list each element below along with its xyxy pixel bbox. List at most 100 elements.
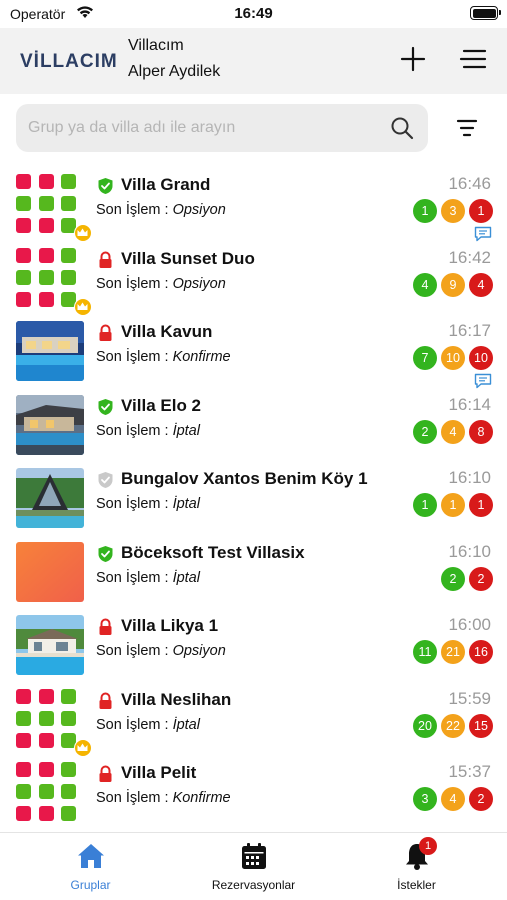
tab-rezervasyonlar[interactable]: Rezervasyonlar <box>169 833 338 900</box>
last-op-label: Son İşlem : <box>96 202 169 218</box>
menu-icon[interactable] <box>458 44 488 74</box>
villa-name: Villa Kavun <box>121 322 213 341</box>
battery-icon <box>470 6 501 20</box>
villa-photo <box>16 394 84 455</box>
lock-icon <box>97 765 114 783</box>
search-icon[interactable] <box>390 116 414 140</box>
last-op-label: Son İşlem : <box>96 275 169 292</box>
count-badges: 20 22 15 <box>413 713 493 738</box>
villa-row[interactable]: Villa Elo 2 Son İşlem : İptal 16:14 248 <box>0 385 507 458</box>
villa-row[interactable]: Villa Neslihan Son İşlem : İptal 15:59 2… <box>0 679 507 757</box>
villa-row[interactable]: Villa Pelit Son İşlem : Konfirme 15:37 3… <box>0 752 507 825</box>
last-op-value: İptal <box>172 569 200 586</box>
logo-text: VİLLACIM <box>20 51 116 72</box>
villa-row[interactable]: Villa Grand Son İşlem : Opsiyon 16:46 13… <box>0 164 507 242</box>
last-op-value: Opsiyon <box>172 643 226 659</box>
availability-square <box>16 688 31 704</box>
availability-square <box>16 710 31 726</box>
last-op-label: Son İşlem : <box>96 496 169 512</box>
count-badge-green: 20 <box>413 713 437 738</box>
availability-square <box>38 784 54 799</box>
availability-square <box>61 247 76 263</box>
user-name: Alper Aydilek <box>128 63 221 80</box>
count-badge-orange: 4 <box>441 419 465 444</box>
unverified-shield-icon <box>97 471 114 489</box>
count-badges: 111 <box>413 493 493 517</box>
count-badge-red: 15 <box>469 713 493 738</box>
count-badges: 342 <box>413 787 493 811</box>
villa-grid-thumbnail <box>16 174 92 242</box>
row-time: 15:59 <box>448 688 491 708</box>
count-badge-red: 4 <box>469 272 493 297</box>
verified-shield-icon <box>97 177 114 195</box>
villa-photo <box>16 615 84 675</box>
villa-row[interactable]: Bungalov Xantos Benim Köy 1 Son İşlem : … <box>0 458 507 531</box>
verified-shield-icon <box>97 545 114 563</box>
count-badge-green: 11 <box>413 640 437 664</box>
last-op-value: İptal <box>172 422 200 439</box>
availability-square <box>61 806 76 821</box>
row-time: 16:42 <box>448 247 491 267</box>
tab-gruplar[interactable]: Gruplar <box>6 833 175 900</box>
villa-photo <box>16 541 84 602</box>
count-badges: 131 <box>413 199 493 223</box>
count-badge-green: 7 <box>413 346 437 370</box>
villa-row[interactable]: Villa Likya 1 Son İşlem : Opsiyon 16:00 … <box>0 605 507 678</box>
availability-square <box>38 174 54 189</box>
last-operation: Son İşlem : Opsiyon <box>96 643 226 659</box>
count-badges: 248 <box>413 419 493 444</box>
availability-square <box>16 269 31 285</box>
last-operation: Son İşlem : İptal <box>96 717 200 733</box>
count-badge-green: 2 <box>413 419 437 444</box>
villa-name: Villa Neslihan <box>121 689 232 709</box>
lock-icon <box>97 618 114 636</box>
count-badge-orange: 21 <box>441 640 465 664</box>
verified-shield-icon <box>97 398 114 416</box>
villa-row[interactable]: Villa Sunset Duo Son İşlem : Opsiyon 16:… <box>0 238 507 316</box>
last-operation: Son İşlem : İptal <box>96 423 200 439</box>
count-badge-red: 8 <box>469 419 493 444</box>
availability-square <box>38 269 54 285</box>
filter-icon[interactable] <box>452 116 482 140</box>
add-icon[interactable] <box>398 44 428 74</box>
availability-square <box>61 174 76 189</box>
availability-square <box>61 196 76 211</box>
villa-name: Villa Pelit <box>121 763 197 782</box>
availability-square <box>16 174 31 189</box>
count-badge-orange: 22 <box>441 713 465 738</box>
availability-square <box>16 196 31 211</box>
count-badge-orange: 10 <box>441 346 465 370</box>
last-op-value: Konfirme <box>172 790 231 806</box>
villa-row[interactable]: Villa Kavun Son İşlem : Konfirme 16:17 7… <box>0 311 507 389</box>
count-badges: 11 21 16 <box>413 640 493 664</box>
clock: 16:49 <box>234 5 273 22</box>
tab-bar: Gruplar Rezervasyonlar 1 İstekler <box>0 832 507 900</box>
row-time: 16:46 <box>448 174 491 193</box>
availability-square <box>16 784 31 799</box>
availability-square <box>38 762 54 777</box>
app-header: VİLLACIM Villacım Alper Aydilek <box>0 28 507 94</box>
tab-istekler[interactable]: 1 İstekler <box>332 833 501 900</box>
villa-row[interactable]: Böceksoft Test Villasix Son İşlem : İpta… <box>0 532 507 605</box>
availability-square <box>61 269 76 285</box>
availability-square <box>16 218 31 233</box>
home-icon <box>78 844 104 868</box>
availability-square <box>38 806 54 821</box>
row-time: 16:10 <box>448 541 491 561</box>
count-badge-green: 1 <box>413 199 437 223</box>
count-badges: 7 10 10 <box>413 346 493 370</box>
count-badge-red: 10 <box>469 346 493 370</box>
search-box[interactable] <box>16 104 428 152</box>
count-badge-red: 16 <box>469 640 493 664</box>
last-operation: Son İşlem : Opsiyon <box>96 276 226 292</box>
lock-icon <box>97 324 114 342</box>
search-input[interactable] <box>28 104 388 152</box>
availability-square <box>16 732 31 748</box>
villa-grid-thumbnail <box>16 762 84 822</box>
villa-name: Villa Grand <box>121 175 211 194</box>
count-badge-orange: 4 <box>441 787 465 811</box>
last-op-label: Son İşlem : <box>96 349 169 365</box>
count-badge-red: 1 <box>469 199 493 223</box>
count-badges: 494 <box>413 272 493 297</box>
availability-square <box>38 710 54 726</box>
